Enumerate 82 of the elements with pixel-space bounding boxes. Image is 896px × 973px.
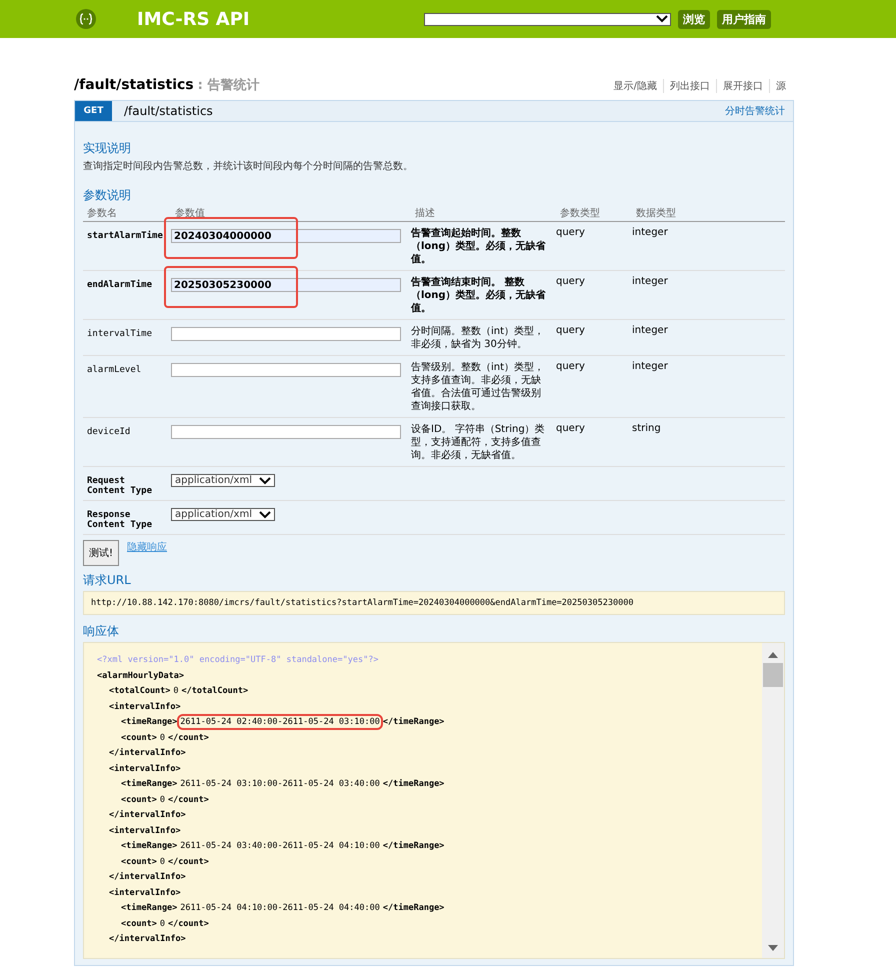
- parameter-name: endAlarmTime: [86, 278, 154, 292]
- try-button[interactable]: 测试!: [83, 540, 120, 566]
- parameter-input[interactable]: [171, 425, 401, 439]
- code-line: <?xml version="1.0" encoding="UTF-8" standalone="yes"?>: [97, 654, 380, 667]
- chevron-icon: [259, 510, 271, 518]
- app-title: IMC-RS API: [137, 8, 250, 30]
- parameter-name: alarmLevel: [86, 364, 142, 377]
- parameter-name: intervalTime: [86, 328, 154, 341]
- resource-path: /fault/statistics: [74, 77, 194, 93]
- data-type: integer: [632, 361, 669, 374]
- scroll-thumb[interactable]: [763, 663, 783, 687]
- column-header: 参数名: [86, 206, 118, 220]
- data-type: integer: [632, 325, 669, 338]
- column-header: 参数值: [174, 206, 206, 220]
- parameter-input[interactable]: [171, 363, 401, 377]
- operation-summary[interactable]: 分时告警统计: [725, 104, 785, 118]
- operation-path: /fault/statistics: [124, 104, 213, 118]
- api-select[interactable]: [424, 12, 671, 26]
- scroll-down-icon[interactable]: [767, 944, 779, 952]
- implementation-text: 查询指定时间段内告警总数，并统计该时间段内每个分时间隔的告警总数。: [83, 160, 414, 173]
- parameter-input[interactable]: 20240304000000: [171, 229, 401, 243]
- code-line: <intervalInfo>: [108, 762, 182, 776]
- parameter-name: deviceId: [86, 426, 132, 439]
- code-line: <intervalInfo>: [108, 700, 182, 714]
- header-button[interactable]: 用户指南: [717, 10, 771, 28]
- data-type: string: [632, 423, 662, 436]
- parameter-type: query: [556, 361, 586, 374]
- parameter-description: 告警查询结束时间。 整数（long）类型。必须，无缺省值。: [411, 276, 547, 315]
- parameter-input[interactable]: [171, 327, 401, 341]
- method-badge: GET: [75, 101, 112, 121]
- parameter-description: 告警查询起始时间。整数（long）类型。必须，无缺省值。: [411, 227, 547, 266]
- column-header: 参数类型: [559, 206, 601, 220]
- code-line: <timeRange> 2611-05-24 03:10:00-2611-05-24 03:40:00 </timeRange>: [120, 778, 446, 791]
- scroll-up-icon[interactable]: [767, 651, 779, 659]
- resource-summary: : 告警统计: [198, 76, 260, 94]
- section-heading: 响应体: [83, 623, 120, 640]
- resource-link[interactable]: 源: [769, 79, 794, 93]
- chevron-icon: [656, 15, 668, 23]
- resource-link[interactable]: 展开接口: [716, 79, 769, 93]
- parameter-type: query: [556, 227, 586, 240]
- section-heading: 实现说明: [83, 140, 132, 157]
- code-line: <count> 0 </count>: [120, 794, 210, 806]
- resource-link[interactable]: 列出接口: [663, 79, 716, 93]
- header-button[interactable]: 浏览: [678, 10, 710, 28]
- code-line: <alarmHourlyData>: [97, 670, 185, 682]
- code-line: </intervalInfo>: [108, 747, 187, 760]
- resource-link[interactable]: 显示/隐藏: [608, 79, 663, 93]
- code-line: <count> 0 </count>: [120, 732, 210, 744]
- code-line: <count> 0 </count>: [120, 918, 210, 930]
- code-line: <timeRange> 2611-05-24 02:40:00-2611-05-24 03:10:00 </timeRange>: [97, 715, 749, 730]
- request-url: http://10.88.142.170:8080/imcrs/fault/statistics?startAlarmTime=20240304000000&endAlarmTime=20250305230000: [83, 591, 785, 615]
- content-type-label: Response Content Type: [86, 509, 154, 530]
- content-type-select[interactable]: application/xml: [171, 508, 275, 521]
- data-type: integer: [632, 276, 669, 289]
- section-heading: 参数说明: [83, 187, 132, 204]
- code-line: <count> 0 </count>: [120, 856, 210, 868]
- column-header: 描述: [414, 206, 436, 220]
- parameter-description: 分时间隔。整数（int）类型，非必须，缺省为 30分钟。: [411, 325, 546, 351]
- chevron-icon: [259, 476, 271, 484]
- parameter-description: 告警级别。整数（int）类型，支持多值查询。非必须，无缺省值。合法值可通过告警级别查询接口获取。: [411, 361, 546, 413]
- code-line: <intervalInfo>: [108, 824, 182, 838]
- section-heading: 请求URL: [83, 572, 132, 589]
- code-line: <totalCount> 0 </totalCount>: [108, 685, 250, 698]
- code-line: </intervalInfo>: [108, 871, 187, 884]
- content-type-select[interactable]: application/xml: [171, 474, 275, 487]
- code-line: </intervalInfo>: [108, 933, 187, 946]
- column-header: 数据类型: [635, 206, 677, 220]
- parameter-input[interactable]: 20250305230000: [171, 278, 401, 292]
- data-type: integer: [632, 227, 669, 240]
- code-line: <intervalInfo>: [108, 886, 182, 900]
- parameter-description: 设备ID。 字符串（String）类型，支持通配符，支持多值查询。非必须，无缺省值。: [411, 423, 546, 462]
- code-line: <timeRange> 2611-05-24 04:10:00-2611-05-24 04:40:00 </timeRange>: [120, 902, 446, 915]
- parameter-type: query: [556, 276, 586, 289]
- parameter-type: query: [556, 423, 586, 436]
- operation-bar[interactable]: GET /fault/statistics 分时告警统计: [74, 100, 794, 122]
- scrollbar[interactable]: [762, 643, 784, 958]
- code-line: </intervalInfo>: [108, 809, 187, 822]
- code-line: <timeRange> 2611-05-24 03:40:00-2611-05-24 04:10:00 </timeRange>: [120, 840, 446, 853]
- parameter-type: query: [556, 325, 586, 338]
- parameter-name: startAlarmTime: [86, 230, 164, 243]
- logo-icon: [76, 9, 96, 29]
- content-type-label: Request Content Type: [86, 475, 154, 496]
